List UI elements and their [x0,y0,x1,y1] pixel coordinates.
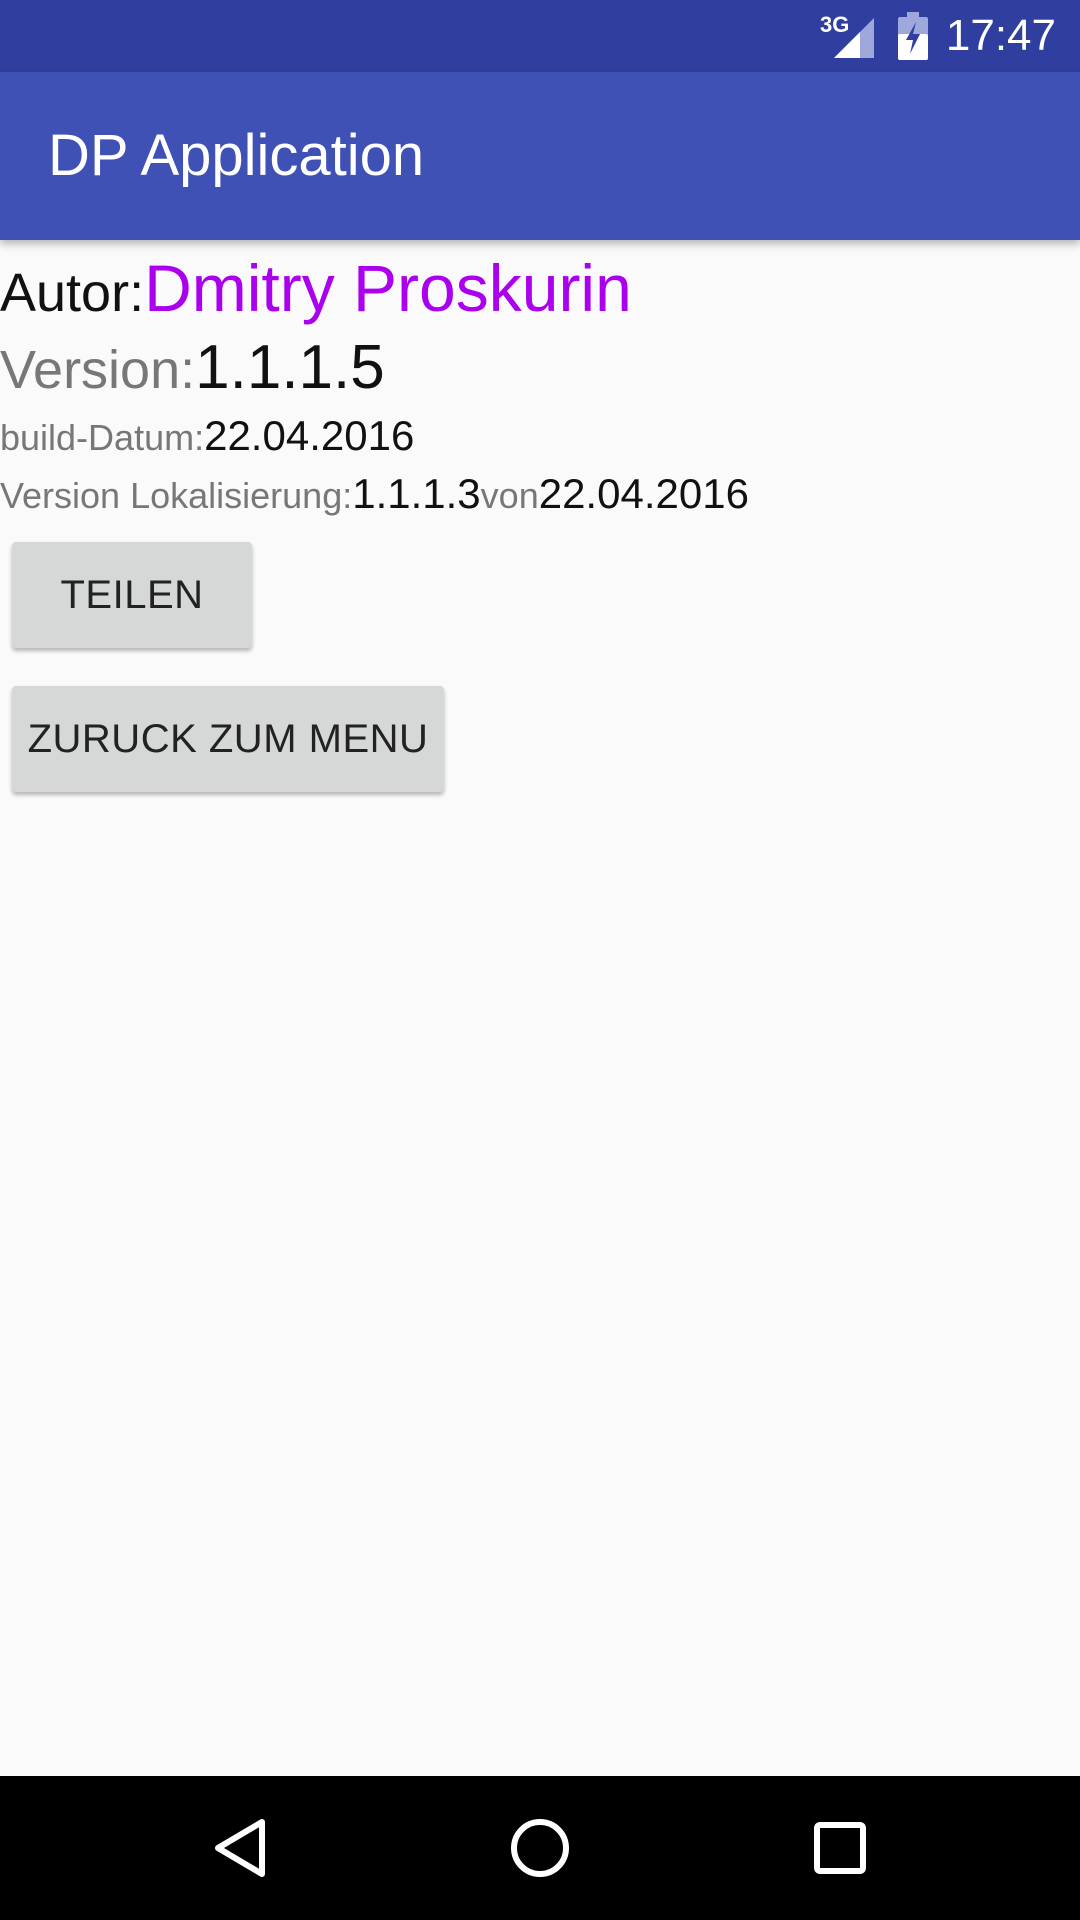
author-label: Autor: [0,263,145,323]
localization-version: 1.1.1.3 [352,470,481,517]
localization-label: Version Lokalisierung: [0,475,353,516]
recent-apps-icon[interactable] [790,1798,890,1898]
signal-icon [834,18,874,58]
battery-charging-icon [898,12,928,60]
version-label: Version: [0,340,196,400]
localization-from-label: von [480,475,539,516]
localization-date: 22.04.2016 [538,470,749,517]
back-to-menu-button[interactable]: ZURUCK ZUM MENU [12,686,444,792]
app-bar: DP Application [0,72,1080,240]
build-date-row: build-Datum:22.04.2016 [0,412,414,460]
home-icon[interactable] [490,1798,590,1898]
app-title: DP Application [48,123,425,188]
status-clock: 17:47 [945,11,1056,60]
localization-row: Version Lokalisierung:1.1.1.3von22.04.20… [0,470,749,518]
build-date-value: 22.04.2016 [204,412,415,459]
author-name: Dmitry Proskurin [144,251,632,325]
build-date-label: build-Datum: [0,417,205,458]
share-button[interactable]: TEILEN [12,542,252,648]
author-row: Autor:Dmitry Proskurin [0,250,632,326]
status-bar: 3G 17:47 [0,0,1080,72]
navigation-bar [0,1776,1080,1920]
back-icon[interactable] [190,1798,290,1898]
version-row: Version:1.1.1.5 [0,332,385,403]
version-value: 1.1.1.5 [195,333,385,402]
